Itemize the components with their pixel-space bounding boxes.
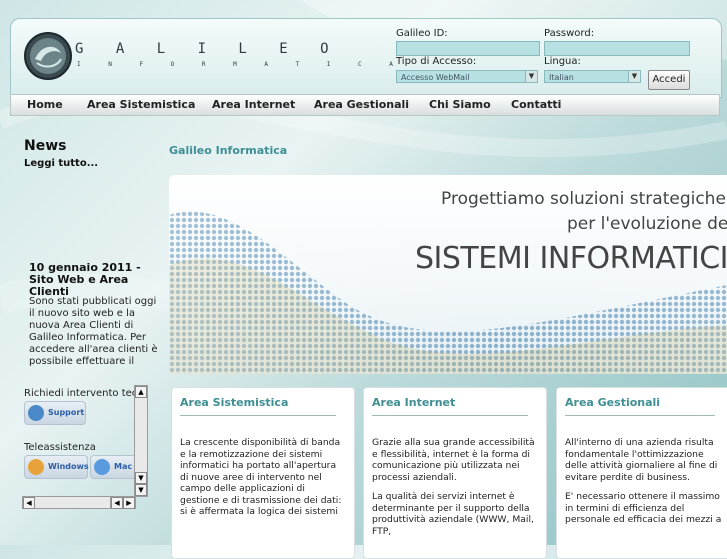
read-more-link[interactable]: Leggi tutto... (24, 158, 98, 169)
card-area-sistemistica: Area Sistemistica La crescente disponibi… (171, 387, 355, 559)
card-divider (372, 415, 528, 416)
windows-icon (28, 459, 44, 475)
scroll-down-icon[interactable]: ▼ (135, 472, 147, 484)
nav-contatti[interactable]: Contatti (511, 98, 561, 111)
card-text: La crescente disponibilità di banda e la… (180, 437, 344, 526)
nav-home[interactable]: Home (27, 98, 63, 111)
windows-label: Windows (48, 462, 89, 471)
scroll-left-icon[interactable]: ◀ (23, 497, 35, 509)
chevron-down-icon[interactable]: ▼ (628, 71, 640, 82)
support-button[interactable]: Support (24, 401, 86, 425)
card-divider (180, 415, 336, 416)
card-paragraph: Grazie alla sua grande accessibilità e f… (372, 437, 535, 483)
card-text: All'interno di una azienda risulta fonda… (565, 437, 723, 534)
card-paragraph: All'interno di una azienda risulta fonda… (565, 437, 718, 483)
language-select[interactable]: Italian ▼ (544, 70, 641, 83)
chevron-down-icon[interactable]: ▼ (525, 71, 537, 82)
access-type-value: Accesso WebMail (401, 73, 470, 82)
support-label: Support (48, 408, 85, 417)
brand-subtitle: I N F O R M A T I C A (77, 61, 405, 68)
card-divider (565, 415, 715, 416)
teleassist-label: Teleassistenza (24, 442, 96, 453)
scroll-up-icon[interactable]: ▲ (135, 386, 147, 398)
galileo-id-label: Galileo ID: (396, 28, 448, 39)
card-title[interactable]: Area Internet (372, 396, 455, 409)
intervention-label: Richiedi intervento tecnico (24, 388, 146, 399)
language-value: Italian (549, 73, 574, 82)
login-button[interactable]: Accedi (648, 70, 690, 90)
password-label: Password: (544, 28, 595, 39)
site-header: G A L I L E O I N F O R M A T I C A Gali… (10, 18, 722, 98)
news-heading: News (24, 138, 67, 154)
windows-button[interactable]: Windows (24, 455, 89, 479)
support-icon (28, 405, 44, 421)
card-area-gestionali: Area Gestionali All'interno di una azien… (556, 387, 727, 559)
horizontal-scrollbar-end[interactable]: ◀ ▶ (110, 496, 136, 509)
banner-tagline-2: per l'evoluzione dei (567, 214, 727, 234)
banner-headline: SISTEMI INFORMATICI (415, 241, 727, 276)
card-paragraph: La crescente disponibilità di banda e la… (180, 437, 342, 517)
scroll-left-icon[interactable]: ◀ (111, 497, 123, 509)
apple-icon (94, 459, 110, 475)
nav-area-internet[interactable]: Area Internet (212, 98, 295, 111)
access-type-label: Tipo di Accesso: (396, 56, 477, 67)
language-label: Lingua: (544, 56, 581, 67)
vertical-scrollbar[interactable]: ▲ ▼ ▼ (134, 385, 148, 497)
card-title[interactable]: Area Sistemistica (180, 396, 288, 409)
galileo-logo-icon (24, 32, 72, 80)
card-paragraph: La qualità dei servizi internet è determ… (372, 491, 534, 537)
access-type-select[interactable]: Accesso WebMail ▼ (396, 70, 538, 83)
page-title: Galileo Informatica (169, 144, 288, 157)
news-item-text: Sono stati pubblicati oggi il nuovo sito… (29, 296, 158, 367)
card-paragraph: E' necessario ottenere il massimo in ter… (565, 491, 722, 525)
password-input[interactable] (544, 41, 690, 56)
news-item-title: 10 gennaio 2011 - Sito Web e Area Client… (29, 261, 141, 298)
nav-area-gestionali[interactable]: Area Gestionali (314, 98, 409, 111)
support-panel: Richiedi intervento tecnico Support Tele… (22, 385, 146, 481)
nav-area-sistemistica[interactable]: Area Sistemistica (87, 98, 195, 111)
banner-tagline-1: Progettiamo soluzioni strategiche (441, 189, 726, 209)
galileo-id-input[interactable] (396, 41, 540, 56)
card-title[interactable]: Area Gestionali (565, 396, 660, 409)
card-text: Grazie alla sua grande accessibilità e f… (372, 437, 536, 545)
news-ticker: Leggi tutto... 10 gennaio 2011 - Sito We… (24, 155, 162, 367)
brand-name: G A L I L E O (75, 41, 341, 57)
scroll-down-icon[interactable]: ▼ (135, 484, 147, 496)
nav-chi-siamo[interactable]: Chi Siamo (429, 98, 491, 111)
mac-label: Mac (114, 462, 133, 471)
card-area-internet: Area Internet Grazie alla sua grande acc… (363, 387, 547, 559)
main-nav: Home Area Sistemistica Area Internet Are… (10, 94, 720, 116)
scroll-right-icon[interactable]: ▶ (123, 497, 135, 509)
hero-banner: Progettiamo soluzioni strategiche per l'… (169, 175, 727, 374)
